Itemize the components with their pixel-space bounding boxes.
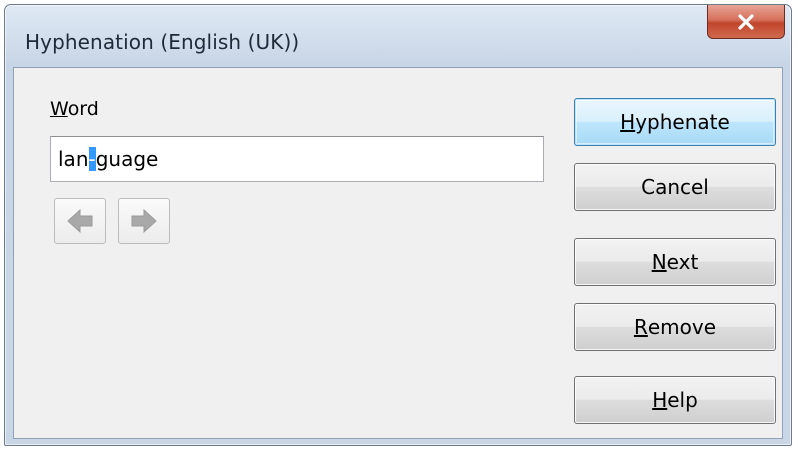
next-mnemonic: N xyxy=(651,250,667,274)
title-bar[interactable]: Hyphenation (English (UK)) xyxy=(5,5,791,67)
cancel-label: Cancel xyxy=(641,175,709,199)
help-button[interactable]: Help xyxy=(574,376,776,424)
close-button[interactable] xyxy=(707,5,785,39)
hyphenate-mnemonic: H xyxy=(620,110,636,134)
cancel-button[interactable]: Cancel xyxy=(574,163,776,211)
previous-hyphen-button[interactable] xyxy=(54,198,106,244)
next-hyphen-button[interactable] xyxy=(118,198,170,244)
remove-label: emove xyxy=(647,315,717,339)
dialog-title: Hyphenation (English (UK)) xyxy=(25,30,300,54)
hyphenation-dialog: Hyphenation (English (UK)) Word lan-guag… xyxy=(4,4,792,446)
hyphenate-label: yphenate xyxy=(635,110,730,134)
next-label: ext xyxy=(666,250,699,274)
dialog-body: Word lan-guage Hyphenate Cancel Next Rem… xyxy=(13,67,783,439)
close-icon xyxy=(738,13,754,30)
word-field[interactable]: lan-guage xyxy=(50,136,544,182)
word-text-after: guage xyxy=(95,147,159,171)
help-mnemonic: H xyxy=(652,388,668,412)
remove-button[interactable]: Remove xyxy=(574,303,776,351)
arrow-left-icon xyxy=(67,208,93,234)
word-label: Word xyxy=(50,98,99,120)
hyphenate-button[interactable]: Hyphenate xyxy=(574,98,776,146)
remove-mnemonic: R xyxy=(633,315,648,339)
word-label-rest: ord xyxy=(67,98,99,120)
word-selected-hyphen: - xyxy=(88,147,96,171)
help-label: elp xyxy=(667,388,698,412)
next-button[interactable]: Next xyxy=(574,238,776,286)
word-text-before: lan xyxy=(58,147,89,171)
arrow-right-icon xyxy=(131,208,157,234)
word-label-mnemonic: W xyxy=(50,98,68,120)
